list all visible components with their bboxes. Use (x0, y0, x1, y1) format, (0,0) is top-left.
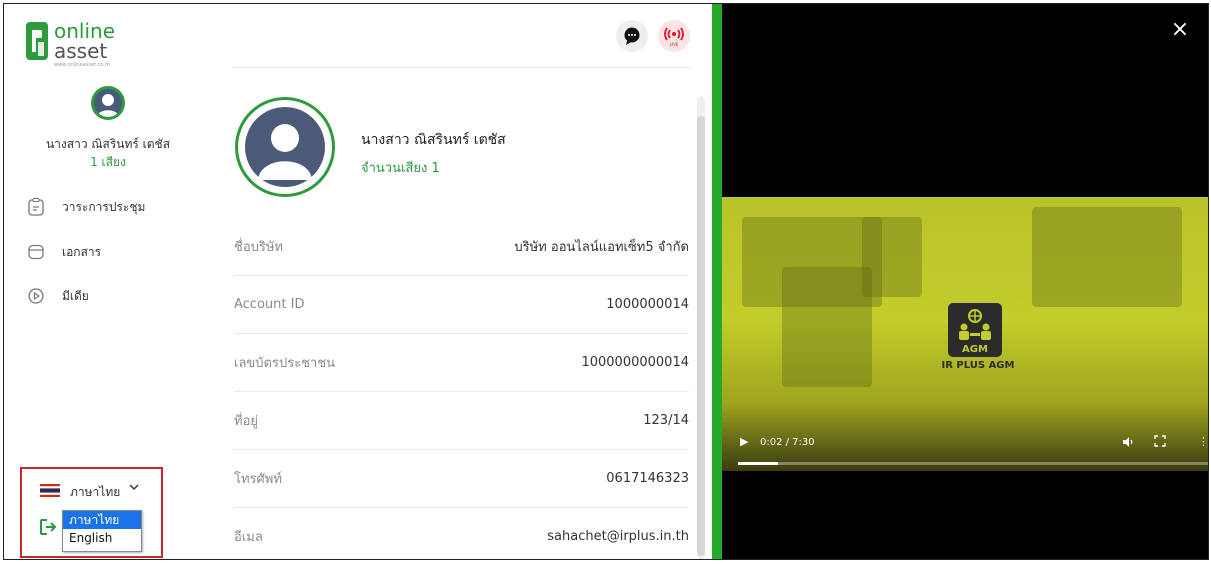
profile-avatar (235, 97, 335, 197)
info-value: 1000000014 (606, 296, 689, 312)
video-time: 0:02 / 7:30 (760, 437, 815, 448)
fullscreen-icon[interactable] (1154, 435, 1166, 450)
info-value: sahachet@irplus.in.th (547, 528, 689, 544)
panel-divider (712, 4, 722, 559)
logo-tagline: www.onlineasset.co.th (54, 62, 110, 68)
language-selector-highlight: ภาษาไทย ภาษาไทย English (20, 467, 163, 558)
info-label: เลขบัตรประชาชน (234, 355, 336, 371)
more-options-icon[interactable]: ⋮ (1198, 435, 1208, 448)
video-controls: ▶ 0:02 / 7:30 ⋮ (722, 427, 1208, 471)
agm-logo-icon: AGM (948, 303, 1002, 357)
info-label: อีเมล (234, 529, 263, 545)
volume-icon[interactable] (1122, 436, 1134, 451)
language-current[interactable]: ภาษาไทย (70, 483, 120, 502)
language-option-thai[interactable]: ภาษาไทย (63, 511, 141, 529)
info-row-account-id: Account ID 1000000014 (234, 275, 689, 334)
info-value: 0617146323 (606, 470, 689, 486)
video-panel: × AGM IR PLUS AGM ▶ 0:02 / 7:30 ⋮ (722, 4, 1208, 559)
nav-item-agenda[interactable]: วาระการประชุม (26, 196, 145, 218)
video-brand-text: IR PLUS AGM (941, 360, 1015, 371)
profile-panel: LIVE นางสาว ณิสรินทร์ เตชัส จำนวนเสียง 1… (212, 4, 712, 559)
language-dropdown: ภาษาไทย English (62, 510, 142, 552)
language-option-english[interactable]: English (63, 529, 141, 547)
scrollbar-thumb[interactable] (697, 116, 705, 556)
video-progress-fill (738, 462, 778, 465)
play-circle-icon (26, 286, 46, 306)
info-row-email: อีเมล sahachet@irplus.in.th (234, 507, 689, 559)
sidebar: online asset www.onlineasset.co.th นางสา… (4, 4, 212, 559)
online-asset-logo: online asset www.onlineasset.co.th (26, 19, 115, 68)
chat-icon (624, 27, 640, 45)
chevron-down-icon[interactable] (128, 481, 140, 496)
user-votes: 1 เสียง (90, 155, 126, 169)
header-actions: LIVE (616, 20, 690, 52)
profile-scrollbar[interactable] (697, 96, 705, 559)
nav-item-documents[interactable]: เอกสาร (26, 241, 101, 263)
info-label: Account ID (234, 296, 305, 312)
info-value: 123/14 (643, 412, 689, 428)
app-window: online asset www.onlineasset.co.th นางสา… (3, 3, 1209, 560)
user-avatar-icon (97, 94, 119, 117)
info-row-phone: โทรศัพท์ 0617146323 (234, 449, 689, 508)
user-name: นางสาว ณิสรินทร์ เตชัส (45, 137, 171, 151)
nav-label-documents: เอกสาร (62, 244, 102, 259)
profile-name: นางสาว ณิสรินทร์ เตชัส (361, 132, 506, 148)
info-row-company: ชื่อบริษัท บริษัท ออนไลน์แอทเซ็ท5 จำกัด (234, 217, 689, 276)
info-row-address: ที่อยู่ 123/14 (234, 391, 689, 450)
info-label: ชื่อบริษัท (234, 239, 284, 255)
live-button[interactable]: LIVE (658, 20, 690, 52)
live-icon: LIVE (664, 27, 684, 47)
nav-label-media: มีเดีย (62, 288, 89, 303)
background-figure (862, 217, 922, 297)
thai-flag-icon (40, 484, 60, 497)
background-figure (782, 267, 872, 387)
info-row-id-card: เลขบัตรประชาชน 1000000000014 (234, 333, 689, 392)
nav-label-agenda: วาระการประชุม (62, 199, 146, 214)
nav-item-media[interactable]: มีเดีย (26, 285, 89, 307)
user-avatar-icon (245, 107, 325, 187)
info-value: บริษัท ออนไลน์แอทเซ็ท5 จำกัด (514, 239, 689, 255)
info-value: 1000000000014 (581, 354, 689, 370)
agenda-icon (26, 197, 46, 217)
background-figure (1032, 207, 1182, 307)
info-label: ที่อยู่ (234, 413, 258, 429)
close-icon[interactable]: × (1168, 18, 1192, 42)
avatar (91, 86, 125, 120)
profile-votes: จำนวนเสียง 1 (361, 161, 440, 176)
header-divider (234, 67, 690, 68)
info-label: โทรศัพท์ (234, 471, 282, 487)
play-icon[interactable]: ▶ (740, 435, 748, 448)
live-badge-text: LIVE (670, 42, 679, 47)
logo-text-asset: asset (54, 39, 107, 63)
chat-button[interactable] (616, 20, 648, 52)
folder-icon (26, 242, 46, 262)
video-progress-bar[interactable] (738, 462, 1208, 465)
logout-icon[interactable] (38, 517, 58, 537)
video-player[interactable]: AGM IR PLUS AGM ▶ 0:02 / 7:30 ⋮ (722, 197, 1208, 471)
agm-logo-text: AGM (962, 344, 988, 355)
